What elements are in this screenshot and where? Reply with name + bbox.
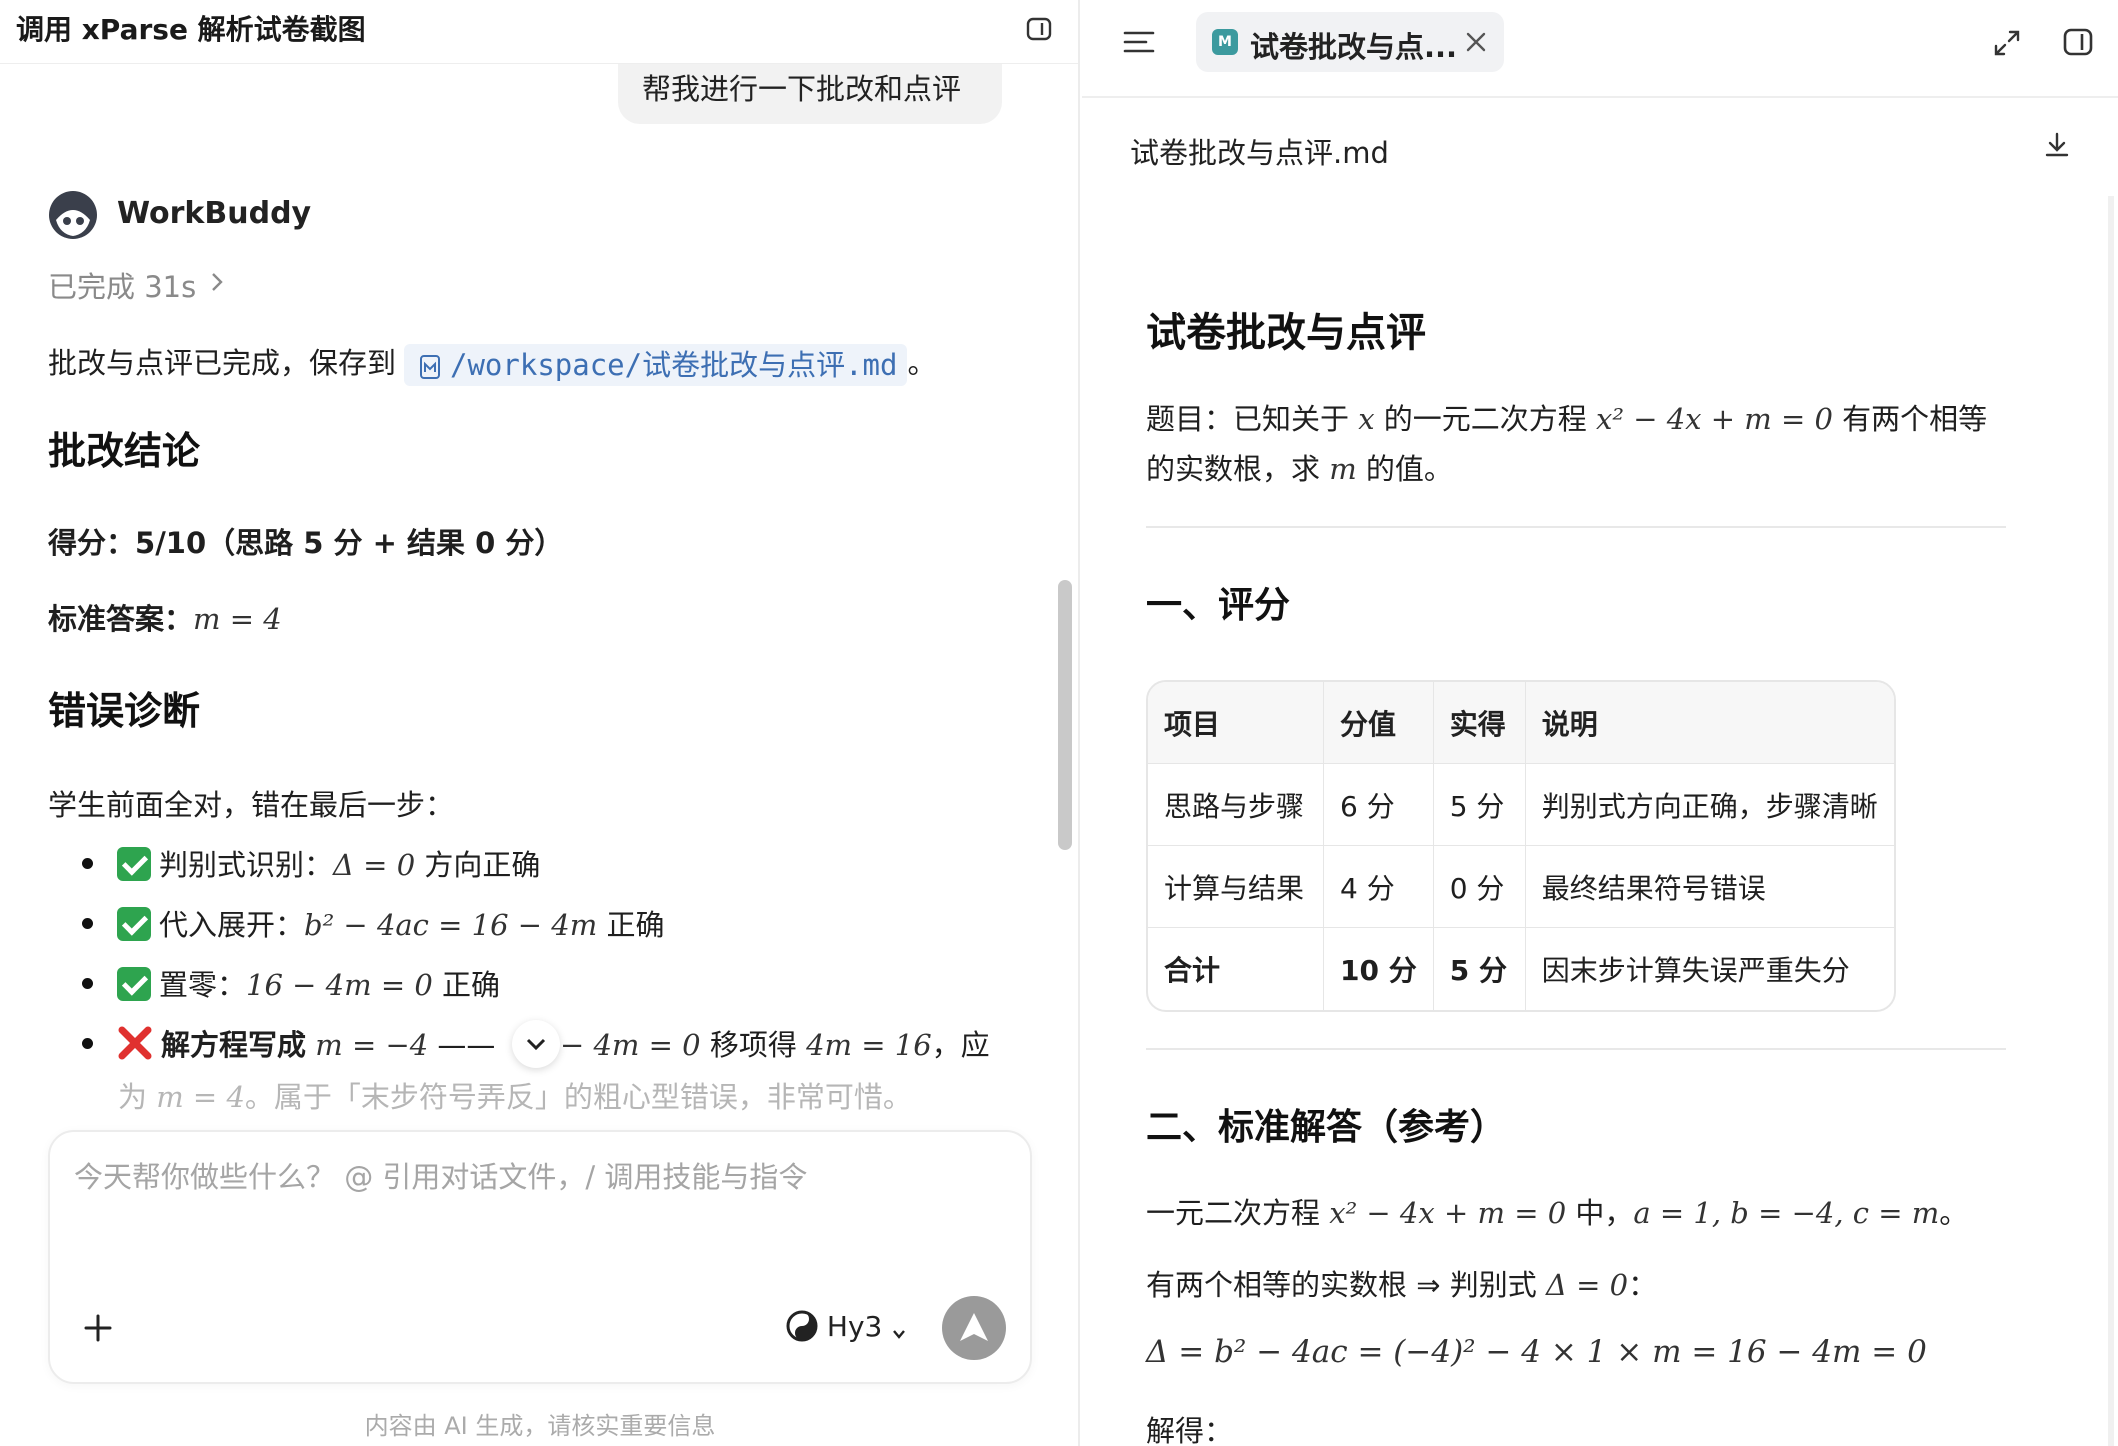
bot-name: WorkBuddy: [117, 196, 312, 231]
chevron-right-icon[interactable]: [208, 270, 226, 294]
solution-line-2: 有两个相等的实数根 ⇒ 判别式 Δ = 0：: [1146, 1268, 1658, 1302]
send-button[interactable]: [942, 1296, 1006, 1360]
list-item: 判别式识别：Δ = 0 方向正确: [82, 842, 540, 884]
table-cell: 5 分: [1434, 928, 1526, 1010]
tab-label: 试卷批改与点...: [1250, 30, 1458, 64]
list-item: 代入展开：b² − 4ac = 16 − 4m 正确: [82, 902, 664, 944]
document-file-name: 试卷批改与点评.md: [1130, 136, 1389, 170]
table-header-cell: 说明: [1525, 682, 1894, 764]
conversation-title: 调用 xParse 解析试卷截图: [16, 13, 366, 46]
list-item: 置零：16 − 4m = 0 正确: [82, 962, 500, 1004]
file-link-chip[interactable]: /workspace/试卷批改与点评.md: [404, 344, 908, 386]
cross-mark-icon: [118, 1026, 152, 1060]
close-icon[interactable]: [1464, 30, 1488, 54]
reply-summary: 批改与点评已完成，保存到/workspace/试卷批改与点评.md。: [48, 340, 936, 386]
panel-toggle-icon[interactable]: [2062, 26, 2094, 58]
download-icon[interactable]: [2042, 130, 2072, 160]
check-mark-icon: [117, 847, 151, 881]
model-selector[interactable]: Hy3: [786, 1310, 907, 1350]
solution-line-4: 解得：: [1146, 1414, 1234, 1446]
user-message-text: 帮我进行一下批改和点评: [642, 72, 962, 106]
task-status[interactable]: 已完成 31s: [48, 264, 196, 306]
chevron-down-icon: [893, 1330, 906, 1339]
scroll-to-bottom-button[interactable]: [512, 1020, 560, 1068]
table-cell: 10 分: [1324, 928, 1434, 1010]
document-scrollbar[interactable]: [2108, 196, 2114, 1446]
table-cell: 最终结果符号错误: [1525, 846, 1894, 928]
table-header-cell: 分值: [1324, 682, 1434, 764]
expand-icon[interactable]: [1992, 28, 2022, 58]
message-input[interactable]: [74, 1160, 974, 1194]
markdown-file-icon: [420, 355, 441, 379]
table-cell: 思路与步骤: [1148, 764, 1324, 846]
chat-header: 调用 xParse 解析试卷截图: [0, 0, 1078, 64]
chevron-down-icon: [526, 1038, 546, 1051]
solution-line-1: 一元二次方程 x² − 4x + m = 0 中，a = 1, b = −4, …: [1146, 1196, 1969, 1230]
table-cell: 0 分: [1433, 846, 1526, 928]
section-title-conclusion: 批改结论: [48, 429, 201, 473]
bot-avatar-icon: [49, 191, 97, 239]
model-logo-icon: [786, 1310, 818, 1342]
markdown-file-icon: M: [1212, 29, 1238, 55]
message-composer: Hy3: [48, 1130, 1032, 1384]
diagnosis-intro: 学生前面全对，错在最后一步：: [48, 788, 455, 822]
problem-statement-line-1: 题目：已知关于 x 的一元二次方程 x² − 4x + m = 0 有两个相等: [1146, 402, 1988, 436]
table-row: 思路与步骤 6 分 5 分 判别式方向正确，步骤清晰: [1148, 764, 1894, 846]
send-arrow-icon: [960, 1313, 988, 1341]
divider: [1146, 526, 2006, 528]
model-name: Hy3: [826, 1310, 883, 1343]
document-panel: M 试卷批改与点... 试卷批改与点评.md 试卷批改与点评 题目：已知关于 x…: [1082, 0, 2118, 1446]
chat-panel: 调用 xParse 解析试卷截图 帮我进行一下批改和点评 WorkBuddy 已…: [0, 0, 1080, 1446]
faded-text-line: 为 m = 4。属于「末步符号弄反」的粗心型错误，非常可惜。: [118, 1080, 912, 1114]
document-header: M 试卷批改与点...: [1082, 0, 2118, 98]
check-mark-icon: [117, 967, 151, 1001]
tab-document[interactable]: M 试卷批改与点...: [1196, 12, 1504, 72]
check-mark-icon: [117, 907, 151, 941]
chat-scrollbar[interactable]: [1058, 580, 1072, 850]
table-row: 计算与结果 4 分 0 分 最终结果符号错误: [1148, 846, 1894, 928]
document-title: 试卷批改与点评: [1146, 310, 1426, 356]
section-title-scoring: 一、评分: [1146, 585, 1291, 626]
section-title-diagnosis: 错误诊断: [48, 689, 201, 733]
table-cell: 5 分: [1433, 764, 1526, 846]
file-link-path: /workspace/试卷批改与点评.md: [450, 348, 898, 382]
section-title-solution: 二、标准解答（参考）: [1146, 1107, 1507, 1148]
score-table: 项目 分值 实得 说明 思路与步骤 6 分 5 分 判别式方向正确，步骤清晰 计…: [1146, 680, 1896, 1012]
menu-icon[interactable]: [1122, 28, 1156, 56]
answer-line: 标准答案：m = 4: [48, 602, 282, 636]
add-attachment-button[interactable]: [80, 1310, 116, 1346]
divider: [1146, 1048, 2006, 1050]
solution-line-3: Δ = b² − 4ac = (−4)² − 4 × 1 × m = 16 − …: [1146, 1334, 1927, 1370]
table-header-row: 项目 分值 实得 说明: [1148, 682, 1894, 764]
score-line: 得分：5/10（思路 5 分 + 结果 0 分）: [48, 526, 564, 560]
table-cell: 4 分: [1324, 846, 1434, 928]
table-cell: 计算与结果: [1148, 846, 1324, 928]
table-cell: 判别式方向正确，步骤清晰: [1525, 764, 1894, 846]
table-row-total: 合计 10 分 5 分 因末步计算失误严重失分: [1148, 928, 1894, 1010]
ai-disclaimer: 内容由 AI 生成，请核实重要信息: [364, 1412, 716, 1440]
table-cell: 合计: [1148, 928, 1324, 1010]
table-header-cell: 项目: [1148, 682, 1324, 764]
table-header-cell: 实得: [1433, 682, 1526, 764]
table-cell: 6 分: [1324, 764, 1434, 846]
panel-toggle-icon[interactable]: [1024, 14, 1054, 44]
table-cell: 因末步计算失误严重失分: [1541, 954, 1850, 987]
problem-statement-line-2: 的实数根，求 m 的值。: [1146, 452, 1453, 486]
